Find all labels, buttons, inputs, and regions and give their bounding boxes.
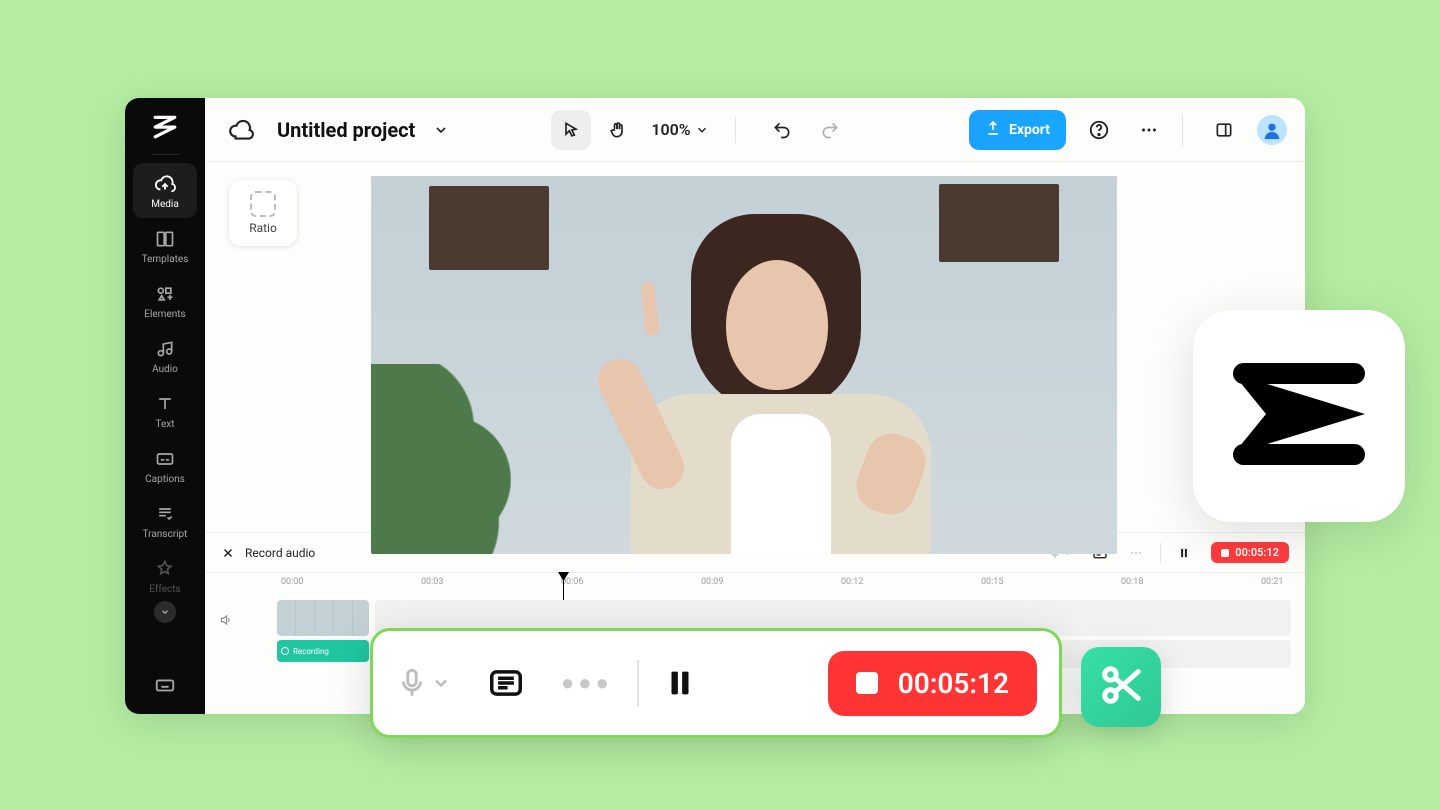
header-divider-a (735, 117, 736, 143)
capcut-logo-icon (1224, 354, 1374, 478)
video-preview[interactable] (371, 176, 1117, 554)
app-logo-icon (149, 110, 181, 142)
sidebar-rail: Media Templates Elements Audio Text Capt… (125, 98, 205, 714)
mic-input-dropdown-large[interactable] (395, 666, 451, 700)
timeline-video-clip[interactable] (277, 600, 369, 636)
timeline-tick: 00:09 (701, 577, 723, 587)
timeline-tick: 00:18 (1121, 577, 1143, 587)
header-divider-b (1182, 114, 1183, 146)
more-menu-button[interactable] (1132, 113, 1166, 147)
zoom-level-label: 100% (651, 120, 690, 139)
effects-icon (154, 558, 176, 580)
hand-tool-button[interactable] (597, 110, 637, 150)
record-audio-floating-bar: ●●● 00:05:12 (370, 628, 1062, 738)
canvas-area: Ratio (205, 162, 1305, 532)
stop-recording-chip-small[interactable]: 00:05:12 (1211, 542, 1289, 563)
record-more-button-large[interactable]: ●●● (561, 670, 613, 696)
ratio-label: Ratio (249, 221, 277, 235)
sidebar-item-captions[interactable]: Captions (133, 438, 197, 493)
project-menu-chevron-icon[interactable] (427, 122, 455, 138)
templates-icon (154, 228, 176, 250)
app-window: Media Templates Elements Audio Text Capt… (125, 98, 1305, 714)
sidebar-item-label: Transcript (143, 529, 188, 540)
track-speaker-icon[interactable] (219, 612, 233, 631)
teleprompter-toggle-large[interactable] (487, 664, 525, 702)
scissors-icon (1098, 662, 1144, 712)
record-audio-label: Record audio (245, 546, 315, 560)
select-tool-button[interactable] (551, 110, 591, 150)
export-upload-icon (985, 120, 1001, 140)
preview-person (571, 204, 951, 554)
redo-button[interactable] (810, 110, 850, 150)
mic-icon (281, 647, 289, 655)
sidebar-item-label: Captions (145, 474, 185, 485)
help-button[interactable] (1082, 113, 1116, 147)
text-icon (154, 393, 176, 415)
sidebar-item-elements[interactable]: Elements (133, 273, 197, 328)
timeline-tick: 00:00 (281, 577, 303, 587)
record-more-button[interactable] (1128, 545, 1144, 561)
preview-plant (371, 364, 511, 554)
ratio-icon (250, 191, 276, 217)
bigbar-divider (637, 660, 639, 706)
sidebar-item-transcript[interactable]: Transcript (133, 493, 197, 548)
recording-time-small: 00:05:12 (1235, 546, 1279, 559)
sidebar-item-effects[interactable]: Effects (133, 548, 197, 603)
sidebar-item-label: Media (151, 199, 179, 210)
zoom-level-dropdown[interactable]: 100% (651, 120, 708, 139)
sidebar-item-label: Audio (152, 364, 178, 375)
pause-recording-button[interactable] (663, 666, 697, 700)
timeline-tick: 00:15 (981, 577, 1003, 587)
sidebar-item-media[interactable]: Media (133, 163, 197, 218)
cloud-upload-icon (154, 173, 176, 195)
stop-square-icon (856, 672, 878, 694)
cursor-tool-group: 100% (551, 110, 708, 150)
sidebar-divider (151, 154, 179, 155)
undo-button[interactable] (762, 110, 802, 150)
timeline-audio-clip[interactable]: Recording (277, 640, 369, 662)
cloud-sync-button[interactable] (223, 112, 259, 148)
timeline-tick: 00:12 (841, 577, 863, 587)
capcut-logo-card (1193, 310, 1405, 522)
close-record-panel-button[interactable] (221, 546, 235, 560)
keyboard-shortcuts-button[interactable] (154, 674, 176, 700)
panel-layout-button[interactable] (1207, 113, 1241, 147)
sidebar-item-templates[interactable]: Templates (133, 218, 197, 273)
sidebar-item-label: Elements (144, 309, 185, 320)
stop-square-icon (1221, 549, 1229, 557)
export-button[interactable]: Export (969, 110, 1066, 150)
sidebar-item-label: Effects (149, 584, 180, 595)
audio-clip-label: Recording (293, 647, 329, 656)
stop-recording-button[interactable]: 00:05:12 (828, 651, 1037, 716)
transcript-icon (154, 503, 176, 525)
timeline-ruler[interactable]: 00:00 00:03 00:06 00:09 00:12 00:15 00:1… (205, 572, 1305, 596)
sidebar-item-label: Text (155, 419, 174, 430)
sidebar-item-audio[interactable]: Audio (133, 328, 197, 383)
preview-frame-right (939, 184, 1059, 262)
recording-time-large: 00:05:12 (898, 667, 1009, 700)
timeline-tick: 00:21 (1261, 577, 1283, 587)
user-avatar[interactable] (1257, 115, 1287, 145)
export-button-label: Export (1009, 122, 1050, 138)
project-title[interactable]: Untitled project (267, 118, 419, 142)
audio-icon (154, 338, 176, 360)
pause-recording-button-small[interactable] (1177, 546, 1191, 560)
timeline-tick: 00:03 (421, 577, 443, 587)
controls-divider (1160, 543, 1161, 563)
sidebar-more-button[interactable] (154, 601, 176, 623)
cut-badge (1081, 647, 1161, 727)
captions-icon (154, 448, 176, 470)
main-column: Untitled project 100% (205, 98, 1305, 714)
sidebar-item-label: Templates (142, 254, 189, 265)
sidebar-item-text[interactable]: Text (133, 383, 197, 438)
header-bar: Untitled project 100% (205, 98, 1305, 162)
ratio-button[interactable]: Ratio (229, 180, 297, 246)
preview-frame-left (429, 186, 549, 270)
elements-icon (154, 283, 176, 305)
